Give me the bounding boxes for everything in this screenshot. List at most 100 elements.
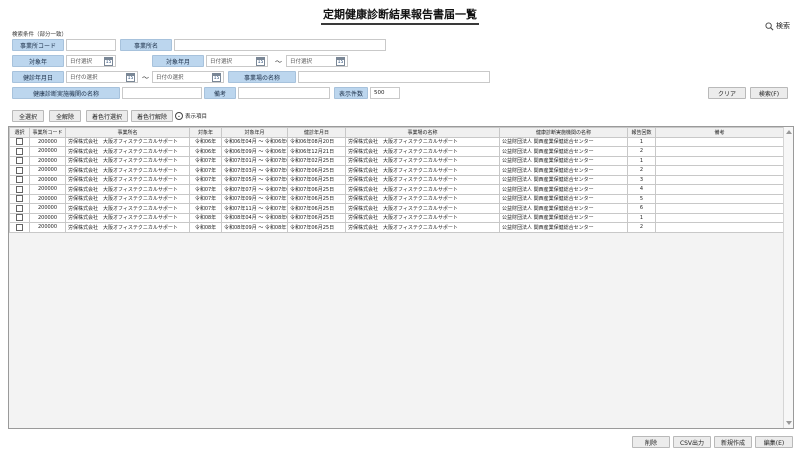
target-year-input[interactable]: 日付選択 15 bbox=[66, 55, 116, 67]
display-count-label: 表示件数 bbox=[334, 87, 368, 99]
select-colored-button[interactable]: 着色行選択 bbox=[86, 110, 128, 122]
column-header[interactable]: 事業所コード bbox=[29, 127, 66, 138]
column-header[interactable]: 健康診断実施機関の名称 bbox=[499, 127, 628, 138]
row-checkbox[interactable] bbox=[16, 138, 23, 146]
row-checkbox[interactable] bbox=[16, 185, 23, 193]
column-header[interactable]: 対象年月 bbox=[221, 127, 288, 138]
column-header[interactable]: 健診年月日 bbox=[287, 127, 346, 138]
row-checkbox[interactable] bbox=[16, 166, 23, 174]
new-button[interactable]: 新規作成 bbox=[714, 436, 752, 448]
clear-button[interactable]: クリア bbox=[708, 87, 746, 99]
calendar-icon[interactable]: 15 bbox=[256, 57, 265, 66]
row-checkbox[interactable] bbox=[16, 214, 23, 222]
cell-target-month: 令和08年09月 ～ 令和08年12月 bbox=[221, 222, 288, 233]
table-row[interactable]: 200000 労保株式会社 大阪オフィステクニカルサポート 令和06年 令和06… bbox=[9, 136, 784, 147]
cell-office-code: 200000 bbox=[29, 174, 66, 185]
column-header[interactable]: 備考 bbox=[655, 127, 784, 138]
table-row[interactable]: 200000 労保株式会社 大阪オフィステクニカルサポート 令和06年 令和06… bbox=[9, 146, 784, 157]
chevron-down-icon: ⌄ bbox=[175, 112, 183, 120]
cell-target-year: 令和08年 bbox=[189, 212, 222, 223]
column-header[interactable]: 事業場の名称 bbox=[345, 127, 500, 138]
remarks-input[interactable] bbox=[238, 87, 330, 99]
cell-exam-date: 令和07年06月25日 bbox=[287, 184, 346, 195]
target-month-from-input[interactable]: 日付選択 15 bbox=[206, 55, 268, 67]
edit-button[interactable]: 編集(E) bbox=[755, 436, 793, 448]
cell-institution: 公益財団法人 関西産業保健総合センター bbox=[499, 184, 628, 195]
scroll-up-icon[interactable] bbox=[786, 130, 792, 134]
cell-report-count: 2 bbox=[627, 222, 656, 233]
row-checkbox[interactable] bbox=[16, 157, 23, 165]
table-row[interactable]: 200000 労保株式会社 大阪オフィステクニカルサポート 令和08年 令和08… bbox=[9, 222, 784, 233]
search-button[interactable]: 検索(F) bbox=[750, 87, 788, 99]
cell-remarks bbox=[655, 184, 784, 195]
exam-date-to-input[interactable]: 日付の選択 15 bbox=[152, 71, 224, 83]
table-row[interactable]: 200000 労保株式会社 大阪オフィステクニカルサポート 令和07年 令和07… bbox=[9, 203, 784, 214]
cell-institution: 公益財団法人 関西産業保健総合センター bbox=[499, 174, 628, 185]
cell-target-year: 令和07年 bbox=[189, 184, 222, 195]
cell-target-month: 令和06年09月 ～ 令和06年12月 bbox=[221, 146, 288, 157]
cell-remarks bbox=[655, 155, 784, 166]
cell-target-year: 令和07年 bbox=[189, 155, 222, 166]
vertical-scrollbar[interactable] bbox=[783, 127, 793, 428]
cell-target-year: 令和07年 bbox=[189, 174, 222, 185]
institution-input[interactable] bbox=[122, 87, 202, 99]
row-checkbox[interactable] bbox=[16, 147, 23, 155]
display-count-input[interactable]: 500 bbox=[370, 87, 400, 99]
calendar-icon[interactable]: 15 bbox=[212, 73, 221, 82]
site-name-input[interactable] bbox=[298, 71, 490, 83]
deselect-colored-button[interactable]: 着色行解除 bbox=[131, 110, 173, 122]
office-name-input[interactable] bbox=[174, 39, 386, 51]
target-month-from-placeholder: 日付選択 bbox=[210, 59, 233, 65]
scroll-down-icon[interactable] bbox=[786, 421, 792, 425]
cell-office-code: 200000 bbox=[29, 155, 66, 166]
deselect-all-button[interactable]: 全解除 bbox=[49, 110, 81, 122]
cell-site-name: 労保株式会社 大阪オフィステクニカルサポート bbox=[345, 184, 500, 195]
cell-report-count: 2 bbox=[627, 146, 656, 157]
column-header[interactable]: 対象年 bbox=[189, 127, 222, 138]
row-checkbox[interactable] bbox=[16, 223, 23, 231]
csv-export-button[interactable]: CSV出力 bbox=[673, 436, 711, 448]
cell-target-month: 令和07年11月 ～ 令和07年12月 bbox=[221, 203, 288, 214]
table-row[interactable]: 200000 労保株式会社 大阪オフィステクニカルサポート 令和07年 令和07… bbox=[9, 165, 784, 176]
cell-site-name: 労保株式会社 大阪オフィステクニカルサポート bbox=[345, 174, 500, 185]
row-checkbox[interactable] bbox=[16, 176, 23, 184]
table-row[interactable]: 200000 労保株式会社 大阪オフィステクニカルサポート 令和07年 令和07… bbox=[9, 193, 784, 204]
show-columns-label: 表示項目 bbox=[185, 114, 208, 120]
cell-institution: 公益財団法人 関西産業保健総合センター bbox=[499, 212, 628, 223]
cell-remarks bbox=[655, 165, 784, 176]
cell-exam-date: 令和07年06月25日 bbox=[287, 174, 346, 185]
cell-exam-date: 令和07年06月25日 bbox=[287, 203, 346, 214]
column-header[interactable]: 事業所名 bbox=[65, 127, 190, 138]
row-checkbox[interactable] bbox=[16, 195, 23, 203]
row-checkbox[interactable] bbox=[16, 204, 23, 212]
cell-institution: 公益財団法人 関西産業保健総合センター bbox=[499, 136, 628, 147]
exam-date-from-input[interactable]: 日付の選択 15 bbox=[66, 71, 138, 83]
column-header[interactable]: 報告回数 bbox=[627, 127, 656, 138]
results-table: 選択 事業所コード 事業所名 対象年 対象年月 健診年月日 事業場の名称 健康診… bbox=[9, 127, 784, 233]
show-columns-toggle[interactable]: ⌄ 表示項目 bbox=[175, 112, 207, 120]
select-all-button[interactable]: 全選択 bbox=[12, 110, 44, 122]
cell-office-name: 労保株式会社 大阪オフィステクニカルサポート bbox=[65, 146, 190, 157]
calendar-icon[interactable]: 15 bbox=[336, 57, 345, 66]
header-search-button[interactable]: 検索 bbox=[765, 21, 790, 31]
calendar-icon[interactable]: 15 bbox=[104, 57, 113, 66]
table-row[interactable]: 200000 労保株式会社 大阪オフィステクニカルサポート 令和08年 令和08… bbox=[9, 212, 784, 223]
table-row[interactable]: 200000 労保株式会社 大阪オフィステクニカルサポート 令和07年 令和07… bbox=[9, 174, 784, 185]
target-month-to-input[interactable]: 日付選択 15 bbox=[286, 55, 348, 67]
cell-remarks bbox=[655, 136, 784, 147]
cell-institution: 公益財団法人 関西産業保健総合センター bbox=[499, 222, 628, 233]
delete-button[interactable]: 削除 bbox=[632, 436, 670, 448]
cell-report-count: 2 bbox=[627, 165, 656, 176]
cell-target-month: 令和07年07月 ～ 令和07年08月 bbox=[221, 184, 288, 195]
cell-institution: 公益財団法人 関西産業保健総合センター bbox=[499, 193, 628, 204]
cell-target-year: 令和06年 bbox=[189, 136, 222, 147]
column-header[interactable]: 選択 bbox=[9, 127, 30, 138]
institution-label: 健康診断実施機関の名称 bbox=[12, 87, 120, 99]
office-code-input[interactable] bbox=[66, 39, 116, 51]
table-row[interactable]: 200000 労保株式会社 大阪オフィステクニカルサポート 令和07年 令和07… bbox=[9, 155, 784, 166]
cell-remarks bbox=[655, 193, 784, 204]
calendar-icon[interactable]: 15 bbox=[126, 73, 135, 82]
cell-office-name: 労保株式会社 大阪オフィステクニカルサポート bbox=[65, 136, 190, 147]
table-row[interactable]: 200000 労保株式会社 大阪オフィステクニカルサポート 令和07年 令和07… bbox=[9, 184, 784, 195]
cell-site-name: 労保株式会社 大阪オフィステクニカルサポート bbox=[345, 136, 500, 147]
